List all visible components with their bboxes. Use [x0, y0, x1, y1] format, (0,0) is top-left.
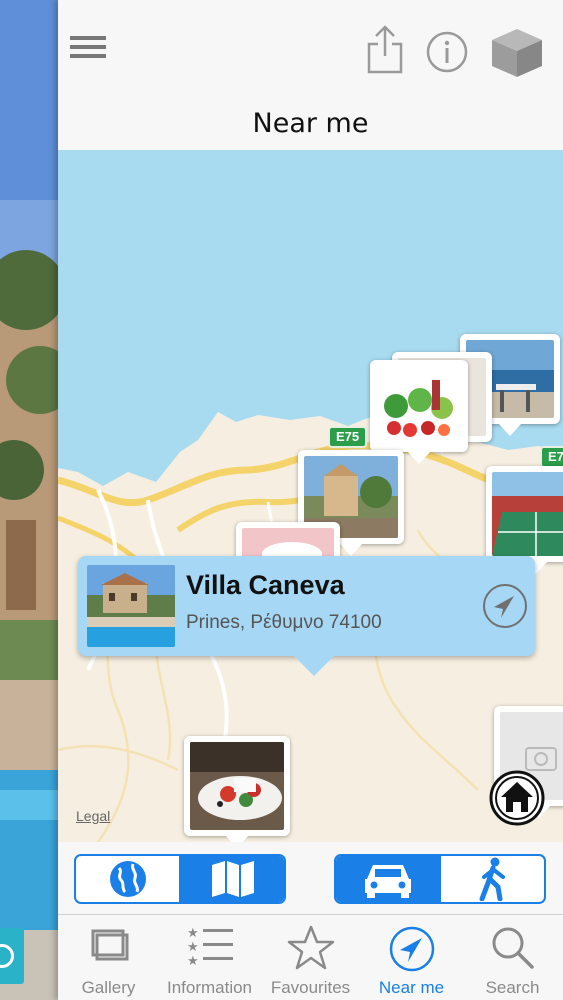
background-photo-peek	[0, 0, 58, 1000]
tab-label: Favourites	[270, 978, 351, 997]
villa-caneva-thumbnail	[87, 565, 175, 647]
tab-label: Information	[166, 978, 253, 997]
info-icon[interactable]	[426, 31, 468, 73]
3d-cube-icon[interactable]	[490, 27, 544, 79]
map-controls	[58, 842, 563, 914]
map-pin-tennis-court[interactable]	[486, 466, 563, 574]
gallery-icon	[91, 929, 128, 961]
tab-search[interactable]: Search	[462, 915, 563, 1000]
bottom-tab-bar: Gallery ★ ★ ★ Information Favourites Nea…	[58, 914, 563, 1000]
navigate-arrow-icon[interactable]	[482, 583, 528, 629]
star-icon	[287, 925, 334, 970]
tab-gallery[interactable]: Gallery	[58, 915, 159, 1000]
tab-favourites[interactable]: Favourites	[260, 915, 361, 1000]
tab-label: Near me	[378, 978, 445, 997]
map-view[interactable]: E75 E7 Villa Caneva Prines, Ρέθυμνο 7410…	[58, 150, 563, 842]
legal-link[interactable]: Legal	[76, 808, 110, 824]
list-icon: ★ ★ ★	[187, 926, 233, 967]
map-icon	[211, 861, 254, 897]
place-address: Prines, Ρέθυμνο 74100	[186, 612, 382, 633]
search-icon	[492, 927, 534, 969]
travel-mode-segmented-control	[334, 854, 546, 904]
walking-option[interactable]	[439, 856, 544, 902]
map-type-segmented-control	[74, 854, 286, 904]
greek-salad-photo	[190, 742, 284, 830]
map-pin-grocery[interactable]	[370, 360, 468, 464]
villa-thumbnail-photo	[87, 565, 175, 647]
map-pin-greek-salad[interactable]	[184, 736, 290, 842]
place-callout[interactable]: Villa Caneva Prines, Ρέθυμνο 74100	[78, 556, 535, 676]
page-title: Near me	[252, 108, 369, 139]
standard-map-option[interactable]	[179, 856, 284, 902]
place-name: Villa Caneva	[186, 570, 345, 600]
tab-label: Search	[485, 978, 540, 997]
tab-information[interactable]: ★ ★ ★ Information	[159, 915, 260, 1000]
grocery-photo	[376, 366, 462, 446]
svg-text:★: ★	[187, 954, 199, 967]
tab-label: Gallery	[81, 978, 136, 997]
villa-photo	[0, 0, 58, 1000]
home-location-icon[interactable]	[489, 770, 545, 826]
svg-text:★: ★	[187, 940, 199, 955]
top-bar: Near me	[58, 0, 563, 150]
road-badge-e75: E75	[328, 426, 368, 448]
near-me-panel: Near me E75 E7 Villa Caneva Prines, Ρέθυ…	[58, 0, 563, 1000]
satellite-globe-option[interactable]	[76, 856, 179, 902]
globe-icon	[109, 861, 146, 897]
walking-icon	[479, 857, 505, 901]
hamburger-menu-icon[interactable]	[70, 36, 106, 58]
road-badge-e7: E7	[540, 446, 563, 468]
driving-option[interactable]	[336, 856, 439, 902]
car-icon	[364, 865, 411, 898]
svg-text:★: ★	[187, 926, 199, 941]
tennis-court-photo	[492, 472, 563, 556]
peek-action-button[interactable]	[0, 928, 24, 984]
location-arrow-icon	[389, 926, 434, 972]
share-icon[interactable]	[366, 24, 404, 74]
tab-near-me[interactable]: Near me	[361, 915, 462, 1000]
